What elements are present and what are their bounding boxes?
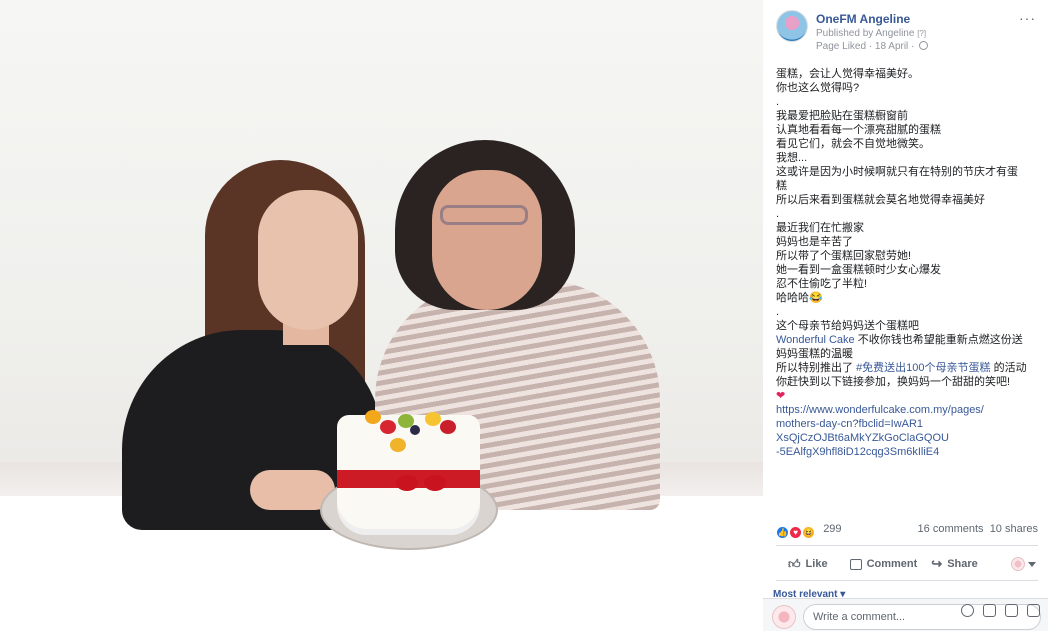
post-line: .	[776, 96, 780, 108]
published-by-label: Published by Angeline	[816, 28, 915, 39]
camera-icon[interactable]	[983, 604, 996, 617]
heart-icon: ❤	[776, 390, 786, 402]
share-icon: ↪	[931, 556, 943, 571]
url-link-line[interactable]: XsQjCzOJBt6aMkYZkGoClaGQOU	[776, 431, 1038, 445]
gif-icon[interactable]	[1005, 604, 1018, 617]
love-reaction-icon[interactable]: ♥	[789, 526, 803, 539]
post-line: 认真地看看每一个漂亮甜腻的蛋糕	[776, 124, 941, 136]
emoji-icon[interactable]	[961, 604, 974, 617]
url-link-line[interactable]: mothers-day-cn?fbclid=IwAR1	[776, 417, 1038, 431]
comment-icon	[849, 558, 862, 570]
post-line: 忍不住偷吃了半粒!	[776, 278, 868, 290]
reaction-count[interactable]: 299	[823, 523, 841, 535]
post-text: 蛋糕，会让人觉得幸福美好。 你也这么觉得吗? . 我最爱把脸贴在蛋糕橱窗前 认真…	[776, 67, 1038, 459]
page-avatar[interactable]	[776, 10, 808, 42]
share-label: Share	[947, 558, 978, 570]
comments-shares: 16 comments 10 shares	[918, 523, 1038, 535]
person-right-face	[432, 170, 542, 310]
comment-label: Comment	[866, 558, 918, 570]
post-line-text: 的活动	[990, 362, 1027, 374]
cake-bow	[396, 475, 446, 525]
post-as-selector[interactable]	[1011, 557, 1036, 571]
url-link-line[interactable]: https://www.wonderfulcake.com.my/pages/	[776, 403, 1038, 417]
post-line: .	[776, 306, 780, 318]
fruit-orange-2	[390, 438, 406, 452]
post-line: 所以后来看到蛋糕就会莫名地觉得幸福美好	[776, 194, 985, 206]
post-header: OneFM Angeline Published by Angeline [?]…	[776, 10, 1036, 55]
like-button[interactable]: 👍︎ Like	[788, 557, 828, 572]
post-line: 最近我们在忙搬家	[776, 222, 864, 234]
comment-button[interactable]: Comment	[849, 558, 918, 570]
post-line: 你赶快到以下链接参加，换妈妈一个甜甜的笑吧!	[776, 376, 1011, 388]
share-button[interactable]: ↪ Share	[931, 556, 977, 572]
comments-count[interactable]: 16 comments	[918, 523, 984, 535]
page-name[interactable]: OneFM Angeline	[816, 12, 910, 26]
globe-icon	[919, 41, 929, 50]
post-line: 蛋糕，会让人觉得幸福美好。	[776, 68, 919, 80]
divider	[776, 580, 1038, 581]
fruit-orange	[365, 410, 381, 424]
post-photo[interactable]	[0, 0, 763, 631]
published-by: Published by Angeline [?]	[816, 28, 926, 39]
comment-composer: Write a comment...	[763, 598, 1048, 631]
thumbs-up-icon: 👍︎	[788, 556, 801, 571]
post-meta-text[interactable]: Page Liked · 18 April ·	[816, 41, 914, 52]
like-label: Like	[805, 558, 828, 570]
post-line: 妈妈也是辛苦了	[776, 236, 853, 248]
post-line-wonderful-cake: Wonderful Cake 不收你钱也希望能重新点燃这份送	[776, 333, 1038, 347]
fruit-mango	[425, 412, 441, 426]
post-line: 这个母亲节给妈妈送个蛋糕吧	[776, 320, 919, 332]
wonderful-cake-link[interactable]: Wonderful Cake	[776, 334, 855, 346]
person-left-face	[258, 190, 358, 330]
url-link-line[interactable]: -5EAlfgX9hfl8iD12cqg3Sm6kIliE4	[776, 445, 1038, 459]
post-line: 她一看到一盒蛋糕顿时少女心爆发	[776, 264, 941, 276]
fruit-strawberry	[380, 420, 396, 434]
hashtag-link[interactable]: #免费送出100个母亲节蛋糕	[856, 362, 990, 374]
published-by-help[interactable]: [?]	[917, 29, 926, 38]
fruit-strawberry-2	[440, 420, 456, 434]
comment-tools	[961, 604, 1040, 617]
post-line: 哈哈哈😂	[776, 292, 823, 304]
post-line: .	[776, 208, 780, 220]
post-sidebar: OneFM Angeline Published by Angeline [?]…	[763, 0, 1048, 631]
chevron-down-icon	[1028, 561, 1036, 567]
post-meta: Page Liked · 18 April ·	[816, 41, 929, 52]
action-bar: 👍︎ Like Comment ↪ Share	[776, 553, 1038, 575]
reactions-bar: 👍 ♥ 😆 299 16 comments 10 shares	[776, 523, 1038, 539]
post-line: 看见它们，就会不自觉地微笑。	[776, 138, 930, 150]
shares-count[interactable]: 10 shares	[990, 523, 1038, 535]
post-line-text: 不收你钱也希望能重新点燃这份送	[854, 334, 1023, 346]
sticker-icon[interactable]	[1027, 604, 1040, 617]
post-as-avatar	[1011, 557, 1025, 571]
post-line: 妈妈蛋糕的温暖	[776, 348, 853, 360]
post-line: 糕	[776, 180, 787, 192]
post-line: 这或许是因为小时候啊就只有在特别的节庆才有蛋	[776, 166, 1018, 178]
haha-reaction-icon[interactable]: 😆	[802, 526, 816, 539]
user-avatar	[772, 605, 796, 629]
like-reaction-icon[interactable]: 👍	[776, 526, 789, 539]
post-line-text: 所以特别推出了	[776, 362, 857, 374]
more-options-icon[interactable]: ···	[1019, 10, 1036, 26]
post-line-promo: 所以特别推出了 #免费送出100个母亲节蛋糕 的活动	[776, 361, 1038, 375]
divider	[776, 545, 1038, 546]
post-line: 所以带了个蛋糕回家慰劳她!	[776, 250, 912, 262]
post-line: 你也这么觉得吗?	[776, 82, 860, 94]
post-line: 我最爱把脸贴在蛋糕橱窗前	[776, 110, 908, 122]
fruit-blueberry	[410, 425, 420, 435]
glasses	[440, 205, 528, 225]
post-line: 我想...	[776, 152, 808, 164]
